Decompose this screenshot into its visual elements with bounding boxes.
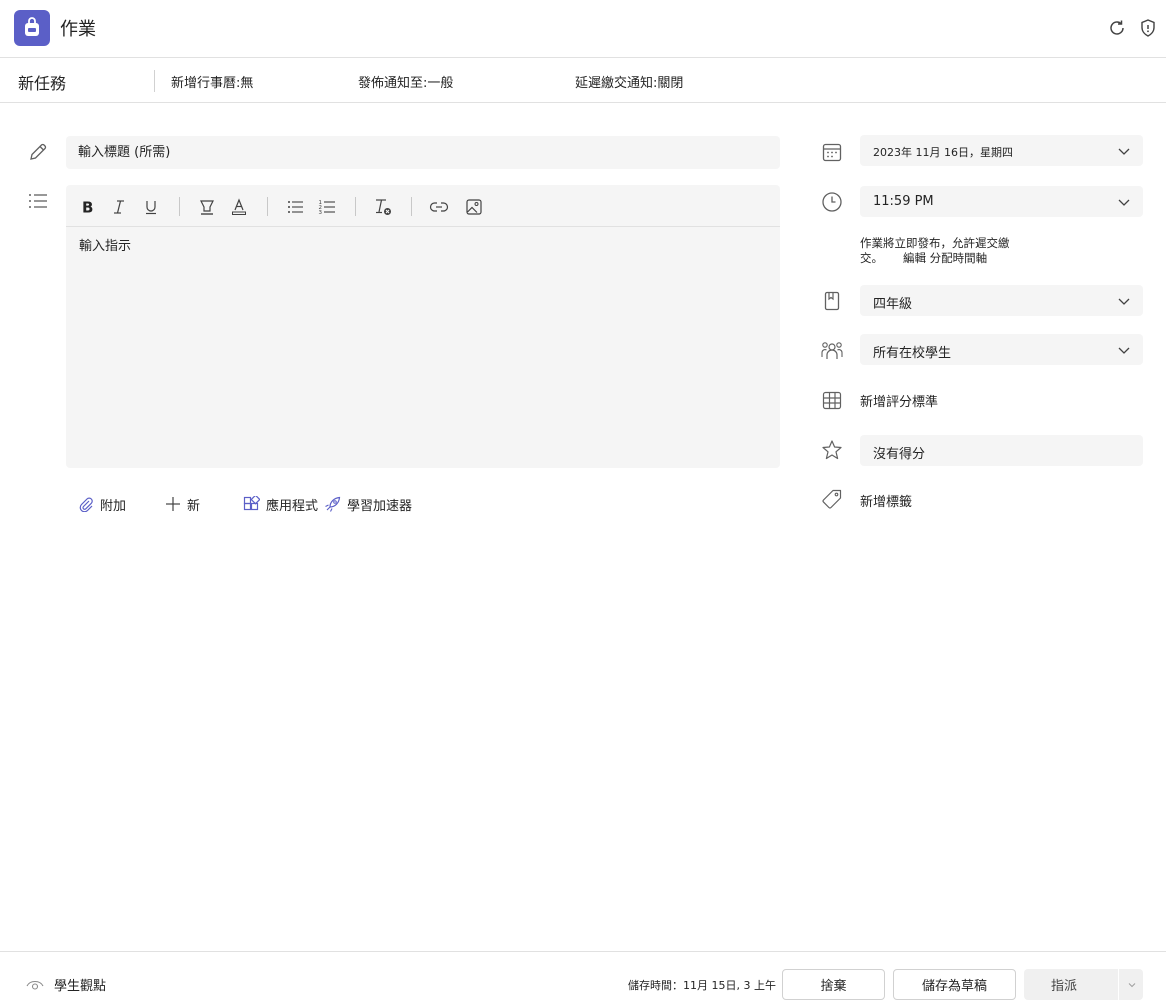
add-rubric-link[interactable]: 新增評分標準 — [860, 391, 938, 410]
instructions-input[interactable]: 輸入指示 — [79, 235, 131, 254]
assign-options-button[interactable] — [1120, 969, 1143, 1000]
student-view-label: 學生觀點 — [54, 979, 107, 994]
svg-text:B: B — [82, 199, 93, 215]
points-input[interactable]: 沒有得分 — [860, 435, 1143, 466]
apps-button[interactable]: 應用程式 — [243, 495, 319, 514]
calendar-icon — [820, 140, 844, 164]
chevron-down-icon — [1118, 298, 1130, 305]
sub-header: 新任務 新增行事曆:無 發佈通知至:一般 延遲繳交通知:關閉 — [0, 59, 1166, 103]
chevron-down-icon — [1128, 982, 1135, 987]
assign-split-button: 指派 — [1024, 969, 1143, 1000]
learning-accelerator-button[interactable]: 學習加速器 — [324, 495, 413, 514]
learning-accelerator-label: 學習加速器 — [347, 498, 413, 514]
due-date-value: 2023年 11月 16日，星期四 — [873, 146, 1013, 159]
assign-button[interactable]: 指派 — [1024, 969, 1104, 1000]
instructions-editor: B 123 輸入指示 — [66, 185, 780, 468]
save-draft-button[interactable]: 儲存為草稿 — [893, 969, 1016, 1000]
app-header: 作業 — [0, 0, 1166, 58]
students-value: 所有在校學生 — [873, 346, 952, 361]
people-icon — [820, 338, 844, 362]
link-icon[interactable] — [428, 196, 450, 218]
app-title: 作業 — [60, 19, 96, 40]
late-notification-link[interactable]: 延遲繳交通知:關閉 — [575, 72, 683, 91]
backpack-icon — [14, 10, 50, 46]
shield-icon[interactable] — [1138, 18, 1158, 38]
new-button[interactable]: 新 — [165, 495, 201, 514]
bulleted-list-icon[interactable] — [284, 196, 306, 218]
highlight-icon[interactable] — [196, 196, 218, 218]
book-icon — [820, 289, 844, 313]
paperclip-icon — [79, 497, 93, 512]
italic-icon[interactable] — [108, 196, 130, 218]
apps-label: 應用程式 — [266, 498, 319, 514]
attach-button[interactable]: 附加 — [78, 495, 127, 514]
page-title: 新任務 — [18, 74, 67, 93]
bold-icon[interactable]: B — [76, 196, 98, 218]
publish-note: 作業將立即發布，允許遲交繳交。 編輯 分配時間軸 — [860, 236, 1030, 266]
apps-icon — [243, 495, 260, 510]
tag-icon — [820, 487, 844, 511]
attach-label: 附加 — [100, 498, 127, 514]
discard-button[interactable]: 捨棄 — [782, 969, 885, 1000]
saved-time-text: 儲存時間：11月 15日, 3 上午 — [628, 979, 776, 992]
clock-icon — [820, 190, 844, 214]
underline-icon[interactable] — [140, 196, 162, 218]
pencil-icon — [26, 140, 50, 164]
grade-level-dropdown[interactable]: 四年級 — [860, 285, 1143, 316]
refresh-icon[interactable] — [1107, 18, 1127, 38]
post-notification-link[interactable]: 發佈通知至:一般 — [358, 72, 453, 91]
students-dropdown[interactable]: 所有在校學生 — [860, 334, 1143, 365]
chevron-down-icon — [1118, 199, 1130, 206]
svg-text:3: 3 — [319, 210, 323, 216]
plus-icon — [166, 497, 180, 511]
rocket-icon — [325, 496, 341, 512]
footer: 學生觀點 儲存時間：11月 15日, 3 上午 捨棄 儲存為草稿 指派 — [0, 951, 1166, 1007]
image-icon[interactable] — [463, 196, 485, 218]
star-icon — [820, 438, 844, 462]
divider — [154, 70, 155, 92]
add-tag-link[interactable]: 新增標籤 — [860, 491, 912, 510]
title-input[interactable] — [66, 136, 780, 169]
due-time-dropdown[interactable]: 11:59 PM — [860, 186, 1143, 217]
numbered-list-icon[interactable]: 123 — [316, 196, 338, 218]
clear-format-icon[interactable] — [372, 196, 394, 218]
points-value: 沒有得分 — [873, 447, 926, 462]
due-date-dropdown[interactable]: 2023年 11月 16日，星期四 — [860, 135, 1143, 166]
chevron-down-icon — [1118, 148, 1130, 155]
grade-level-value: 四年級 — [873, 297, 913, 312]
edit-timeline-link[interactable]: 編輯 分配時間軸 — [903, 251, 987, 265]
formatting-toolbar: B 123 — [66, 185, 780, 227]
eye-icon — [26, 980, 44, 990]
font-color-icon[interactable] — [228, 196, 250, 218]
chevron-down-icon — [1118, 347, 1130, 354]
due-time-value: 11:59 PM — [873, 194, 934, 209]
new-label: 新 — [187, 498, 201, 514]
rubric-grid-icon — [820, 388, 844, 412]
student-view-button[interactable]: 學生觀點 — [26, 975, 106, 994]
add-calendar-link[interactable]: 新增行事曆:無 — [171, 72, 253, 91]
list-icon — [26, 189, 50, 213]
